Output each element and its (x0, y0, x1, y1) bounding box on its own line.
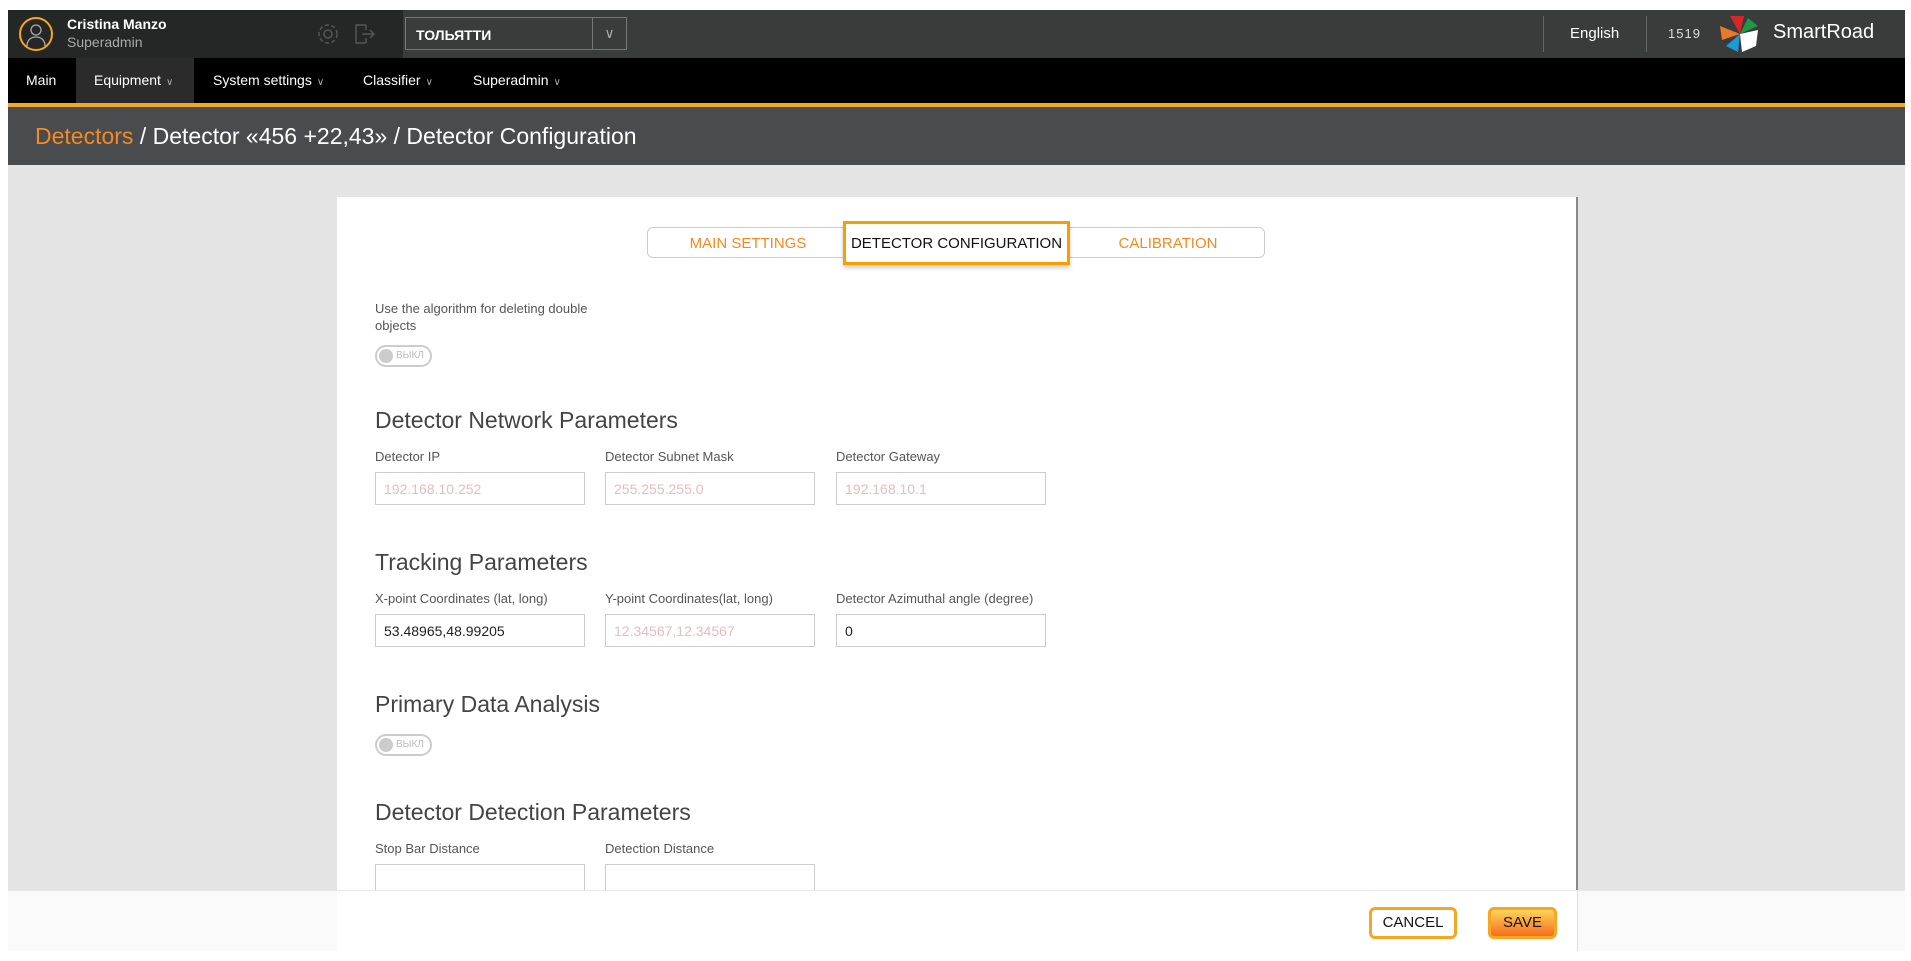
toggle-label: ВЫКЛ (396, 739, 424, 750)
mask-label: Detector Subnet Mask (605, 449, 734, 464)
chevron-down-icon: ∨ (425, 77, 433, 88)
toggle-label: ВЫКЛ (396, 350, 424, 361)
top-header: Cristina Manzo Superadmin ТОЛЬЯТТИ ∨ Engl… (8, 10, 1905, 58)
gateway-label: Detector Gateway (836, 449, 941, 464)
chevron-down-icon[interactable]: ∨ (592, 18, 626, 49)
breadcrumb: Detectors / Detector «456 +22,43» / Dete… (8, 107, 1905, 165)
tab-calibration[interactable]: CALIBRATION (1070, 228, 1266, 259)
user-panel: Cristina Manzo Superadmin (8, 10, 403, 58)
nav-superadmin[interactable]: Superadmin ∨ (455, 58, 579, 103)
divider (1543, 16, 1544, 52)
y-coord-label: Y-point Coordinates(lat, long) (605, 591, 773, 606)
nav-system-settings[interactable]: System settings ∨ (195, 58, 342, 103)
app-frame: Cristina Manzo Superadmin ТОЛЬЯТТИ ∨ Engl… (8, 10, 1905, 951)
nav-classifier[interactable]: Classifier ∨ (345, 58, 451, 103)
tab-bar: MAIN SETTINGS DETECTOR CONFIGURATION CAL… (647, 221, 1266, 265)
chevron-down-icon: ∨ (553, 77, 561, 88)
chevron-down-icon: ∨ (316, 77, 325, 88)
chevron-down-icon: ∨ (165, 77, 174, 88)
gateway-input[interactable]: 192.168.10.1 (836, 472, 1046, 505)
stop-bar-label: Stop Bar Distance (375, 841, 480, 856)
smartroad-logo-icon (1718, 14, 1762, 54)
gear-icon[interactable] (316, 22, 340, 46)
main-nav: Main Equipment ∨ System settings ∨ Classif… (8, 58, 1905, 103)
city-value: ТОЛЬЯТТИ (416, 27, 492, 43)
logout-icon[interactable] (352, 22, 376, 46)
clock: 1519 (1668, 26, 1701, 41)
save-button[interactable]: SAVE (1488, 907, 1557, 939)
nav-label: Superadmin (473, 72, 549, 88)
toggle-knob (379, 349, 393, 363)
nav-label: Classifier (363, 72, 421, 88)
tab-main-settings[interactable]: MAIN SETTINGS (648, 228, 848, 259)
tracking-title: Tracking Parameters (375, 549, 588, 575)
breadcrumb-rest: / Detector «456 +22,43» / Detector Confi… (133, 123, 637, 149)
x-coord-input[interactable]: 53.48965,48.99205 (375, 614, 585, 647)
tab-detector-configuration[interactable]: DETECTOR CONFIGURATION (843, 221, 1070, 265)
nav-equipment[interactable]: Equipment ∨ (76, 58, 194, 103)
x-coord-label: X-point Coordinates (lat, long) (375, 591, 548, 606)
mask-input[interactable]: 255.255.255.0 (605, 472, 815, 505)
network-title: Detector Network Parameters (375, 407, 678, 433)
city-select[interactable]: ТОЛЬЯТТИ ∨ (405, 17, 627, 50)
double-objects-label: Use the algorithm for deleting double ob… (375, 301, 588, 333)
y-coord-input[interactable]: 12.34567,12.34567 (605, 614, 815, 647)
footer-bar: CANCEL SAVE (8, 890, 1905, 951)
nav-main[interactable]: Main (8, 58, 74, 103)
cancel-button[interactable]: CANCEL (1369, 907, 1457, 939)
detection-distance-label: Detection Distance (605, 841, 715, 856)
nav-label: System settings (213, 72, 312, 88)
breadcrumb-detectors-link[interactable]: Detectors (35, 123, 133, 149)
user-role: Superadmin (67, 34, 143, 50)
detection-title: Detector Detection Parameters (375, 799, 691, 825)
azimuth-label: Detector Azimuthal angle (degree) (836, 591, 1034, 606)
ip-input[interactable]: 192.168.10.252 (375, 472, 585, 505)
nav-label: Equipment (94, 72, 161, 88)
primary-analysis-toggle[interactable]: ВЫКЛ (375, 734, 432, 756)
ip-label: Detector IP (375, 449, 441, 464)
user-name: Cristina Manzo (67, 16, 167, 32)
divider (1646, 16, 1647, 52)
azimuth-input[interactable]: 0 (836, 614, 1046, 647)
nav-label: Main (26, 72, 57, 88)
brand-name: SmartRoad (1773, 21, 1875, 43)
double-objects-toggle[interactable]: ВЫКЛ (375, 345, 432, 367)
avatar-icon[interactable] (19, 17, 53, 51)
primary-analysis-title: Primary Data Analysis (375, 691, 600, 717)
form-card: MAIN SETTINGS DETECTOR CONFIGURATION CAL… (337, 197, 1578, 951)
language-select[interactable]: English (1570, 25, 1619, 42)
toggle-knob (379, 738, 393, 752)
